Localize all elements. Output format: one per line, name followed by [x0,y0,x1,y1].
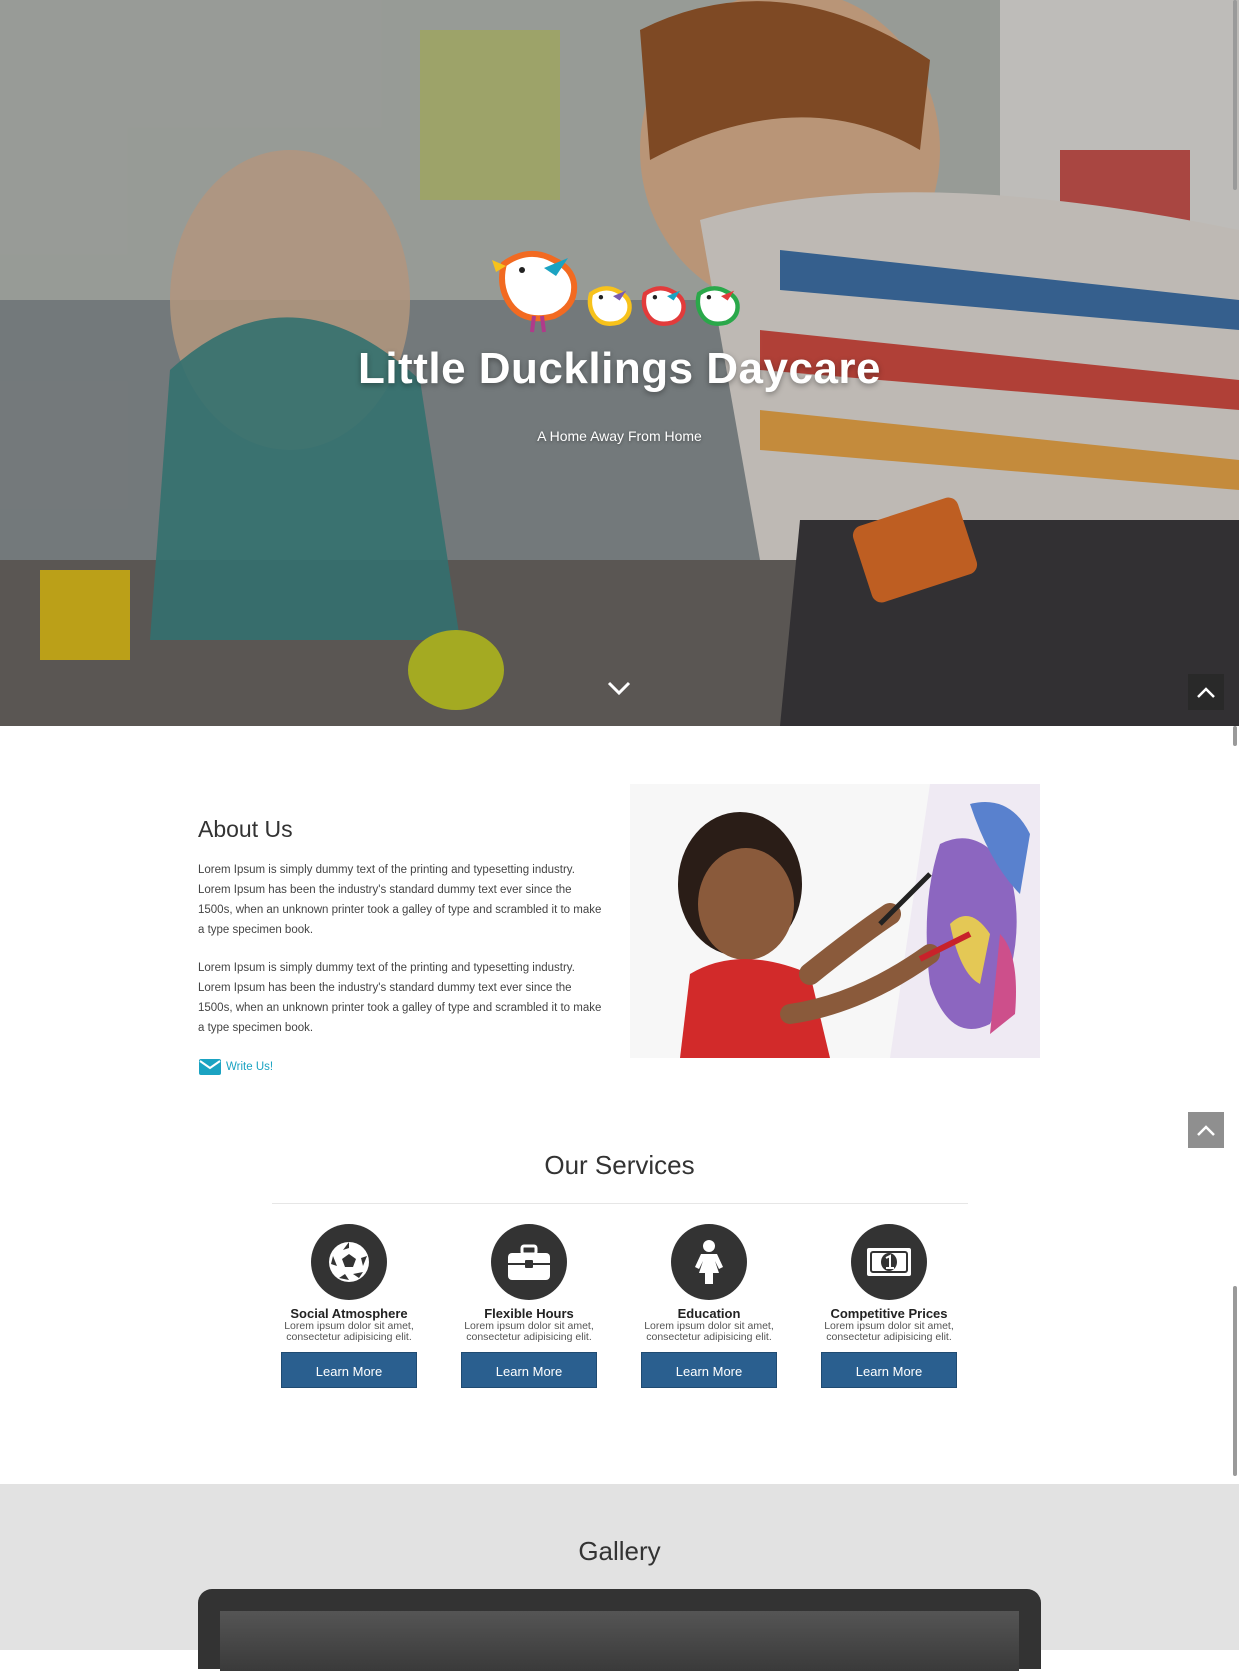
service-title: Education [677,1306,741,1321]
about-paragraph-2: Lorem Ipsum is simply dummy text of the … [198,962,602,1034]
back-to-top-button-secondary[interactable] [1188,1112,1224,1148]
scrollbar-thumb-mid[interactable] [1233,726,1237,746]
learn-more-button[interactable]: Learn More [461,1352,597,1388]
money-bill-icon [867,1248,911,1276]
gallery-device-frame [198,1589,1041,1671]
child-icon [695,1240,723,1284]
ducklings-logo [492,251,740,333]
chevron-up-icon [1197,687,1215,698]
learn-more-button[interactable]: Learn More [281,1352,417,1388]
learn-more-button[interactable]: Learn More [821,1352,957,1388]
service-title: Social Atmosphere [290,1306,408,1321]
service-title: Flexible Hours [484,1306,574,1321]
service-description-line-2: consectetur adipisicing elit. [466,1331,592,1343]
envelope-icon [199,1059,221,1075]
service-description-line-2: consectetur adipisicing elit. [826,1331,952,1343]
about-title: About Us [198,816,293,842]
service-description-line-2: consectetur adipisicing elit. [286,1331,412,1343]
back-to-top-button[interactable] [1188,674,1224,710]
service-icon-circle [851,1224,927,1300]
service-description-line-2: consectetur adipisicing elit. [646,1331,772,1343]
service-icon-circle [311,1224,387,1300]
hero-section: Little Ducklings Daycare A Home Away Fro… [0,0,1239,726]
learn-more-button[interactable]: Learn More [641,1352,777,1388]
service-flexible-hours: Flexible Hours Lorem ipsum dolor sit ame… [449,1224,609,1388]
soccer-ball-icon [329,1242,369,1282]
services-title: Our Services [544,1150,695,1180]
about-paragraph-1: Lorem Ipsum is simply dummy text of the … [198,864,602,936]
service-title: Competitive Prices [830,1306,948,1321]
write-us-link[interactable]: Write Us! [198,1058,273,1076]
service-competitive-prices: Competitive Prices Lorem ipsum dolor sit… [809,1224,969,1388]
service-icon-circle [671,1224,747,1300]
write-us-label: Write Us! [226,1061,274,1073]
scrollbar-thumb-top[interactable] [1233,0,1237,190]
service-education: Education Lorem ipsum dolor sit amet, co… [629,1224,789,1388]
gallery-slide[interactable] [220,1611,1019,1671]
gallery-section: Gallery [0,1484,1239,1671]
chevron-up-icon [1197,1125,1215,1136]
site-title: Little Ducklings Daycare [357,344,882,393]
scrollbar-thumb[interactable] [1233,1286,1237,1476]
service-icon-circle [491,1224,567,1300]
service-social-atmosphere: Social Atmosphere Lorem ipsum dolor sit … [269,1224,429,1388]
site-tagline: A Home Away From Home [537,428,702,444]
services-divider [272,1203,968,1204]
gallery-title: Gallery [578,1536,661,1566]
briefcase-icon [508,1244,550,1280]
about-photo [630,784,1040,1058]
chevron-down-icon[interactable] [606,678,632,698]
